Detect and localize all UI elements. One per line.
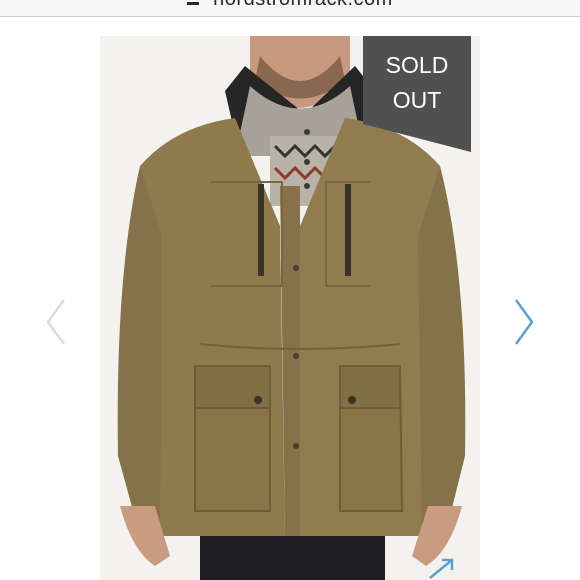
sold-out-label: SOLD OUT xyxy=(363,48,471,118)
url-label: nordstromrack.com xyxy=(213,0,393,10)
badge-line-1: SOLD xyxy=(385,52,449,78)
url-text: nordstromrack.com xyxy=(0,0,580,11)
expand-icon[interactable] xyxy=(424,558,458,580)
chevron-left-icon[interactable] xyxy=(44,298,68,346)
badge-line-2: OUT xyxy=(392,87,442,113)
menu-icon xyxy=(187,2,200,6)
chevron-right-icon[interactable] xyxy=(512,298,536,346)
browser-url-bar[interactable]: nordstromrack.com xyxy=(0,0,580,17)
